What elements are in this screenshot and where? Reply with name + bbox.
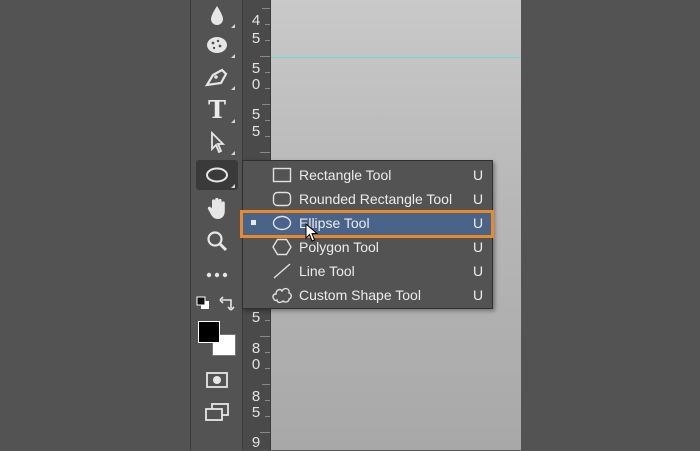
menu-item-shortcut: U	[473, 167, 484, 183]
type-tool-button[interactable]: T	[196, 95, 238, 125]
menu-item-label: Custom Shape Tool	[299, 287, 421, 303]
line-icon	[271, 261, 293, 281]
path-selection-tool-button[interactable]	[196, 127, 238, 157]
screen-mode-icon	[204, 402, 230, 422]
hand-tool-button[interactable]	[196, 193, 238, 223]
ellipse-tool-button[interactable]	[196, 160, 238, 190]
menu-item-ellipse-tool[interactable]: Ellipse Tool U	[243, 211, 492, 235]
menu-item-label: Rectangle Tool	[299, 167, 392, 183]
ruler-digit: 5	[251, 404, 261, 421]
zoom-tool-button[interactable]	[196, 226, 238, 256]
menu-item-shortcut: U	[473, 263, 484, 279]
menu-item-label: Line Tool	[299, 263, 355, 279]
quick-mask-icon	[205, 371, 229, 389]
ruler-digit: 5	[251, 123, 261, 140]
zoom-icon	[205, 229, 229, 253]
ellipse-icon	[271, 213, 293, 233]
menu-item-rectangle-tool[interactable]: Rectangle Tool U	[243, 163, 492, 187]
ruler-digit: 8	[251, 340, 261, 357]
menu-item-shortcut: U	[473, 191, 484, 207]
pen-icon	[204, 66, 230, 88]
menu-item-shortcut: U	[473, 287, 484, 303]
ruler-digit: 5	[251, 60, 261, 77]
drop-icon	[209, 4, 225, 26]
quick-mask-button[interactable]	[196, 365, 238, 395]
shape-tools-flyout: Rectangle Tool U Rounded Rectangle Tool …	[242, 160, 493, 309]
swap-arrows-icon	[219, 295, 235, 311]
more-icon	[205, 271, 229, 279]
ruler-digit: 5	[251, 106, 261, 123]
menu-item-shortcut: U	[473, 215, 484, 231]
menu-item-line-tool[interactable]: Line Tool U	[243, 259, 492, 283]
ellipse-icon	[204, 166, 230, 184]
menu-item-custom-shape-tool[interactable]: Custom Shape Tool U	[243, 283, 492, 307]
swap-colors-button[interactable]	[219, 295, 235, 311]
polygon-icon	[271, 237, 293, 257]
tools-panel: T	[190, 0, 243, 450]
path-selection-icon	[209, 131, 225, 153]
menu-item-shortcut: U	[473, 239, 484, 255]
ruler-digit: 4	[251, 12, 261, 29]
horizontal-guide[interactable]	[271, 57, 521, 58]
default-colors-button[interactable]	[195, 295, 211, 311]
foreground-color-swatch[interactable]	[198, 321, 220, 343]
custom-shape-icon	[271, 285, 293, 305]
menu-item-polygon-tool[interactable]: Polygon Tool U	[243, 235, 492, 259]
edit-toolbar-button[interactable]	[196, 260, 238, 290]
type-icon: T	[208, 95, 226, 124]
mouse-cursor-icon	[305, 222, 319, 248]
ruler-digit: 9	[251, 434, 261, 451]
ruler-digit: 0	[251, 356, 261, 373]
screen-mode-button[interactable]	[196, 397, 238, 427]
sponge-icon	[205, 35, 229, 55]
hand-icon	[206, 196, 228, 220]
ruler-digit: 0	[251, 76, 261, 93]
menu-item-label: Rounded Rectangle Tool	[299, 191, 453, 207]
blur-tool-button[interactable]	[196, 0, 238, 30]
ruler-digit: 8	[251, 388, 261, 405]
pen-tool-button[interactable]	[196, 62, 238, 92]
sponge-tool-button[interactable]	[196, 30, 238, 60]
menu-item-rounded-rectangle-tool[interactable]: Rounded Rectangle Tool U	[243, 187, 492, 211]
rounded-rectangle-icon	[271, 189, 293, 209]
rectangle-icon	[271, 165, 293, 185]
ruler-digit: 5	[251, 30, 261, 47]
current-tool-bullet	[251, 220, 256, 225]
ruler-digit: 5	[251, 309, 261, 326]
default-colors-icon	[196, 296, 210, 310]
